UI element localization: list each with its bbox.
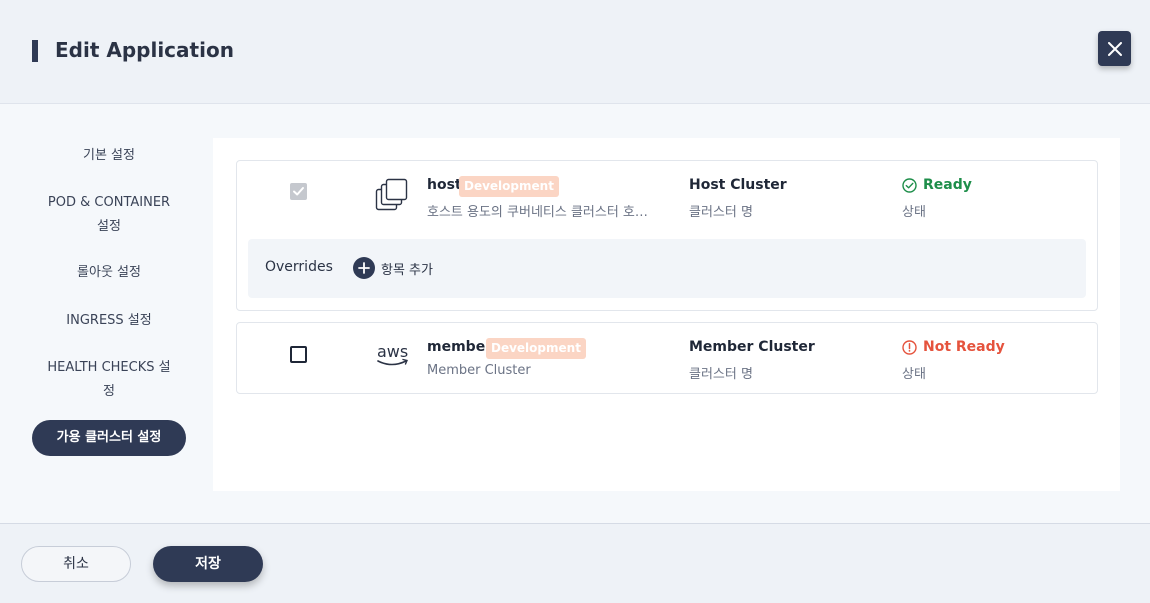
overrides-label: Overrides	[265, 259, 333, 275]
modal-body: 기본 설정 POD & CONTAINER 설정 롤아웃 설정 INGRESS …	[0, 104, 1150, 524]
cluster-display-name: Member Cluster	[689, 339, 815, 355]
nav-item-label: HEALTH CHECKS 설	[47, 360, 171, 375]
cluster-name: host	[427, 177, 462, 193]
add-override-label: 항목 추가	[381, 262, 433, 278]
nav-item-label: 가용 클러스터 설정	[56, 430, 162, 445]
nav-item-label: 기본 설정	[83, 148, 135, 163]
nav-item-rollout[interactable]: 롤아웃 설정	[32, 261, 186, 285]
cluster-name-label: 클러스터 명	[689, 205, 753, 220]
nav-item-health-checks[interactable]: HEALTH CHECKS 설 정	[32, 356, 186, 404]
status-text: Ready	[923, 177, 972, 193]
modal-footer: 취소 저장	[0, 524, 1150, 603]
alert-circle-icon	[902, 339, 917, 355]
nav-item-pod-container[interactable]: POD & CONTAINER 설정	[32, 191, 186, 239]
env-badge: Development	[459, 176, 559, 197]
overrides-section: Overrides 항목 추가	[248, 239, 1086, 298]
close-button[interactable]	[1098, 31, 1131, 66]
cluster-name-label: 클러스터 명	[689, 367, 753, 382]
checkbox-unchecked-icon[interactable]	[290, 346, 307, 363]
check-circle-icon	[902, 177, 917, 193]
cluster-stack-icon	[375, 178, 408, 211]
nav-item-label: 롤아웃 설정	[77, 265, 141, 280]
settings-nav: 기본 설정 POD & CONTAINER 설정 롤아웃 설정 INGRESS …	[0, 104, 213, 524]
cancel-button[interactable]: 취소	[21, 546, 131, 582]
nav-item-label: 정	[103, 384, 115, 399]
cluster-description: Member Cluster	[427, 363, 531, 378]
title-accent-bar	[32, 40, 38, 62]
status-not-ready: Not Ready	[902, 339, 1005, 355]
cluster-name: member	[427, 339, 493, 355]
env-badge: Development	[486, 338, 586, 359]
aws-logo-text: aws	[377, 342, 408, 361]
status-label: 상태	[902, 205, 926, 220]
nav-item-basic[interactable]: 기본 설정	[32, 144, 186, 168]
status-text: Not Ready	[923, 339, 1005, 355]
cluster-card-member: aws member Development Member Cluster Me…	[236, 322, 1098, 394]
checkbox-checked-icon[interactable]	[290, 183, 307, 200]
plus-icon	[353, 257, 375, 279]
nav-item-label: 설정	[97, 219, 121, 234]
status-ready: Ready	[902, 177, 972, 193]
nav-item-available-clusters[interactable]: 가용 클러스터 설정	[32, 420, 186, 456]
page-title: Edit Application	[55, 38, 234, 62]
nav-item-label: POD & CONTAINER	[47, 195, 171, 210]
add-override-button[interactable]: 항목 추가	[353, 257, 433, 279]
cluster-list-panel: host Development 호스트 용도의 쿠버네티스 클러스터 호… H…	[213, 138, 1120, 491]
nav-item-label: INGRESS 설정	[66, 313, 152, 328]
modal-header: Edit Application	[0, 0, 1150, 104]
aws-logo: aws	[377, 342, 408, 366]
save-button[interactable]: 저장	[153, 546, 263, 582]
status-label: 상태	[902, 367, 926, 382]
nav-item-ingress[interactable]: INGRESS 설정	[32, 309, 186, 333]
cluster-card-host: host Development 호스트 용도의 쿠버네티스 클러스터 호… H…	[236, 160, 1098, 311]
close-icon	[1107, 41, 1122, 56]
cluster-description: 호스트 용도의 쿠버네티스 클러스터 호…	[427, 205, 648, 220]
cluster-display-name: Host Cluster	[689, 177, 787, 193]
